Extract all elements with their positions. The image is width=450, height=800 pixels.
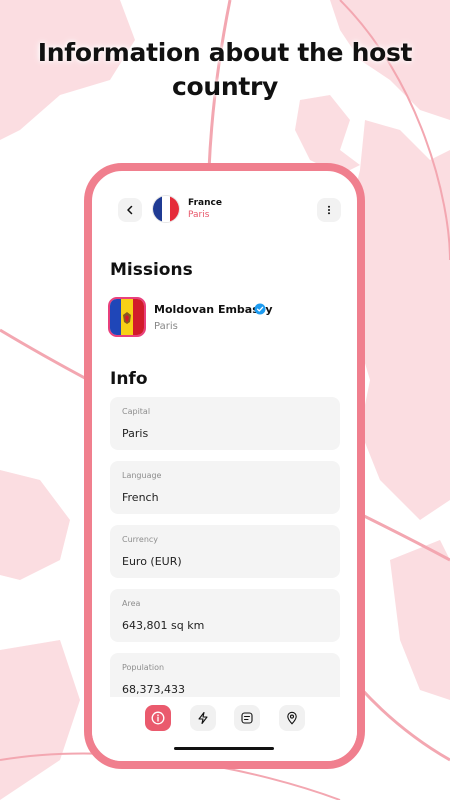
info-value: Paris xyxy=(122,427,149,440)
info-value: Euro (EUR) xyxy=(122,555,182,568)
top-bar: France Paris xyxy=(108,195,341,225)
info-title: Info xyxy=(110,369,148,389)
info-label: Area xyxy=(122,599,141,608)
more-vertical-icon xyxy=(328,205,330,215)
nav-map[interactable] xyxy=(279,705,305,731)
page-headline: Information about the host country xyxy=(37,38,413,101)
info-label: Language xyxy=(122,471,162,480)
nav-info[interactable] xyxy=(145,705,171,731)
info-icon xyxy=(151,711,165,725)
app-screen: France Paris Missions Moldovan Embassy P… xyxy=(92,171,357,761)
country-name: France xyxy=(188,198,222,208)
france-flag xyxy=(152,195,180,223)
back-button[interactable] xyxy=(118,198,142,222)
mission-item[interactable]: Moldovan Embassy Paris xyxy=(108,293,341,337)
lightning-icon xyxy=(198,711,208,725)
info-label: Capital xyxy=(122,407,151,416)
info-label: Population xyxy=(122,663,165,672)
country-city: Paris xyxy=(188,210,210,220)
home-indicator xyxy=(174,747,274,750)
info-card-currency: Currency Euro (EUR) xyxy=(110,525,340,578)
verified-badge-icon xyxy=(254,303,266,315)
nav-notes[interactable] xyxy=(234,705,260,731)
info-card-capital: Capital Paris xyxy=(110,397,340,450)
info-value: French xyxy=(122,491,159,504)
map-pin-icon xyxy=(287,711,297,725)
info-card-language: Language French xyxy=(110,461,340,514)
chevron-left-icon xyxy=(127,205,133,215)
mission-city: Paris xyxy=(154,321,178,332)
phone-frame: France Paris Missions Moldovan Embassy P… xyxy=(84,163,365,769)
info-card-area: Area 643,801 sq km xyxy=(110,589,340,642)
more-button[interactable] xyxy=(317,198,341,222)
bottom-nav xyxy=(92,697,357,761)
moldova-flag xyxy=(108,297,146,337)
info-label: Currency xyxy=(122,535,159,544)
info-value: 643,801 sq km xyxy=(122,619,205,632)
info-list: Capital Paris Language French Currency E… xyxy=(110,397,340,717)
missions-title: Missions xyxy=(110,260,193,280)
notes-icon xyxy=(241,712,253,724)
coat-of-arms-icon xyxy=(123,312,132,324)
nav-activity[interactable] xyxy=(190,705,216,731)
info-value: 68,373,433 xyxy=(122,683,185,696)
